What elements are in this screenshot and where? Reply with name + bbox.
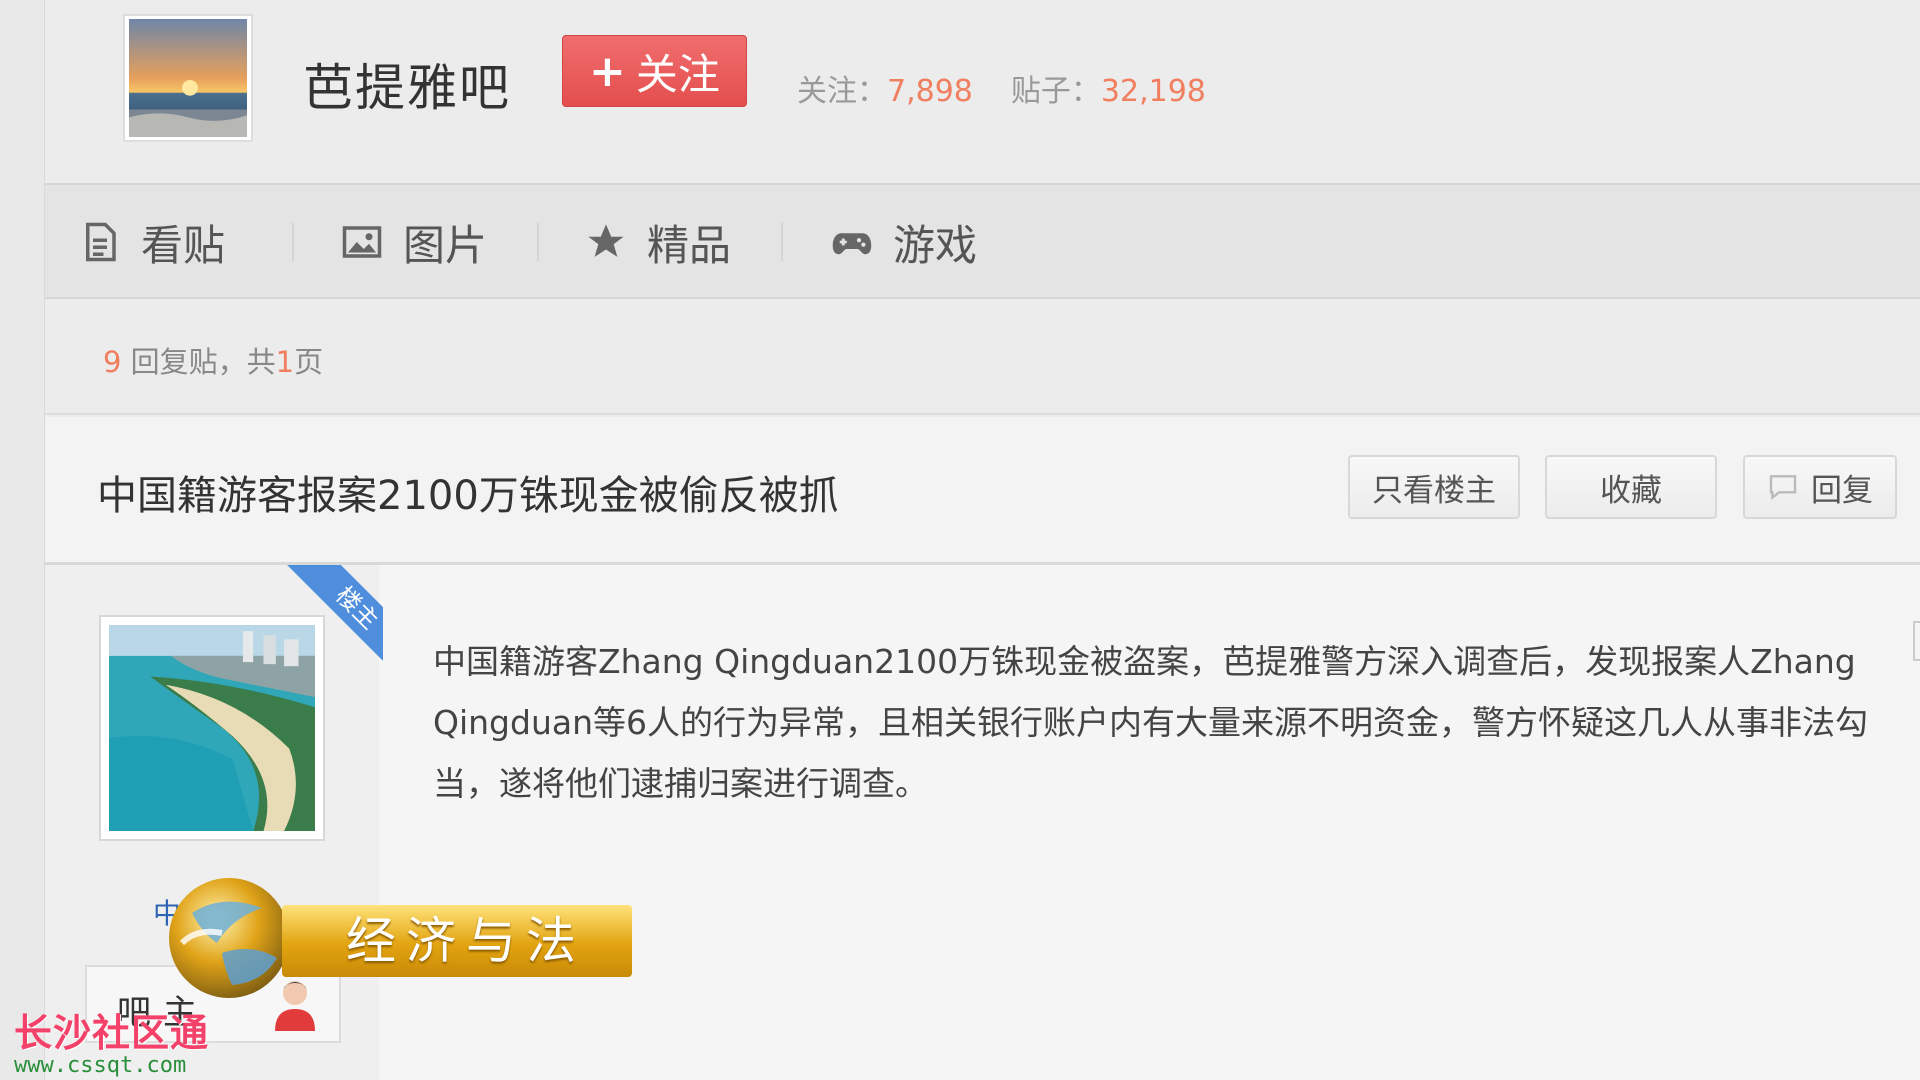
forum-nav: 看贴 图片 精品 游戏 (45, 183, 1920, 299)
reply-button-label: 回复 (1811, 472, 1873, 509)
tab-games[interactable]: 游戏 (831, 217, 977, 270)
tab-featured-label: 精品 (647, 220, 732, 270)
reply-text: 回复贴，共 (121, 345, 276, 379)
tab-pictures-label: 图片 (403, 220, 488, 270)
coastline-image (109, 625, 315, 831)
forum-header: 芭提雅吧 + 关注 关注：7,898 贴子：32,198 (45, 0, 1920, 183)
follow-count: 7,898 (887, 74, 973, 109)
follow-button-label: 关注 (635, 49, 720, 99)
author-avatar[interactable] (99, 615, 325, 841)
reply-bar: 9 回复贴，共1页 (45, 299, 1920, 415)
posts-stat-label: 贴子： (1010, 74, 1101, 109)
speech-bubble-icon (1769, 475, 1797, 501)
tab-pictures[interactable]: 图片 (341, 217, 487, 270)
reply-count: 9 (103, 345, 122, 379)
nav-divider (781, 223, 783, 261)
follow-stat: 关注：7,898 (797, 66, 973, 110)
tab-featured[interactable]: 精品 (585, 217, 731, 270)
image-icon (342, 226, 382, 258)
tv-program-title: 经济与法 (282, 905, 632, 977)
follow-stat-label: 关注： (797, 74, 887, 109)
page-suffix: 页 (294, 345, 324, 379)
post-content: 中国籍游客Zhang Qingduan2100万铢现金被盗案，芭提雅警方深入调查… (433, 642, 1869, 803)
watermark-name: 长沙社区通 (14, 1011, 210, 1055)
side-scroll-tab[interactable] (1913, 621, 1920, 661)
forum-avatar[interactable] (123, 14, 253, 142)
follow-button[interactable]: + 关注 (562, 35, 747, 107)
tab-posts-label: 看贴 (141, 220, 226, 270)
tv-program-logo: 经济与法 (162, 873, 632, 1003)
posts-count: 32,198 (1100, 74, 1206, 109)
only-owner-button[interactable]: 只看楼主 (1348, 455, 1520, 519)
star-icon (588, 224, 624, 257)
favorite-button[interactable]: 收藏 (1545, 455, 1717, 519)
tab-posts[interactable]: 看贴 (79, 217, 225, 270)
reply-info: 9 回复贴，共1页 (103, 339, 323, 381)
plus-icon: + (589, 45, 626, 97)
sunset-beach-image (129, 19, 247, 137)
watermark: 长沙社区通 www.cssqt.com (14, 1002, 209, 1078)
tab-games-label: 游戏 (893, 220, 978, 270)
posts-stat: 贴子：32,198 (1011, 66, 1206, 110)
forum-stats: 关注：7,898 贴子：32,198 (797, 66, 1206, 110)
document-icon (86, 222, 116, 262)
page-count: 1 (275, 345, 295, 379)
globe-icon (169, 878, 289, 998)
thread-title: 中国籍游客报案2100万铢现金被偷反被抓 (97, 473, 839, 519)
watermark-url: www.cssqt.com (14, 1053, 187, 1078)
nav-divider (537, 223, 539, 261)
reply-button[interactable]: 回复 (1743, 455, 1897, 519)
nav-divider (292, 223, 294, 261)
thread-title-bar: 中国籍游客报案2100万铢现金被偷反被抓 只看楼主 收藏 回复 (45, 417, 1920, 565)
gamepad-icon (832, 233, 872, 255)
forum-name[interactable]: 芭提雅吧 (303, 48, 511, 120)
